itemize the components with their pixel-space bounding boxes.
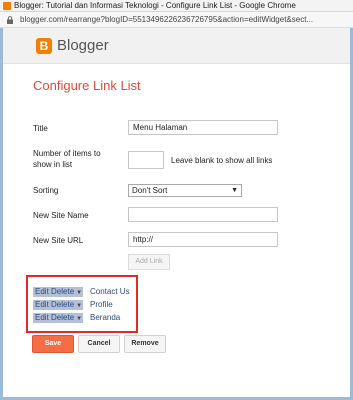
edit-delete-chip[interactable]: Edit Delete ▼ bbox=[33, 287, 83, 297]
items-hint: Leave blank to show all links bbox=[171, 156, 273, 165]
link-name[interactable]: Beranda bbox=[90, 313, 120, 323]
caret-down-icon[interactable]: ▼ bbox=[76, 290, 82, 296]
blogger-logo-icon: B bbox=[36, 38, 52, 54]
chevron-down-icon: ▼ bbox=[231, 187, 238, 194]
page-title: Configure Link List bbox=[33, 78, 141, 93]
title-label: Title bbox=[33, 124, 48, 133]
cancel-button[interactable]: Cancel bbox=[78, 335, 120, 353]
delete-link[interactable]: Delete bbox=[51, 300, 74, 309]
new-site-url-input[interactable]: http:// bbox=[128, 232, 278, 247]
remove-button[interactable]: Remove bbox=[124, 335, 166, 353]
link-list-box: Edit Delete ▼ Contact Us Edit Delete ▼ Pro… bbox=[26, 275, 138, 333]
new-site-name-input[interactable] bbox=[128, 207, 278, 222]
edit-link[interactable]: Edit bbox=[35, 313, 49, 322]
link-name[interactable]: Contact Us bbox=[90, 287, 130, 297]
edit-link[interactable]: Edit bbox=[35, 287, 49, 296]
save-button[interactable]: Save bbox=[32, 335, 74, 353]
lock-icon bbox=[7, 16, 13, 24]
blogger-favicon-icon bbox=[3, 2, 11, 10]
delete-link[interactable]: Delete bbox=[51, 313, 74, 322]
link-name[interactable]: Profile bbox=[90, 300, 113, 310]
sorting-label: Sorting bbox=[33, 186, 59, 195]
brand-name: Blogger bbox=[57, 37, 109, 54]
add-link-button[interactable]: Add Link bbox=[128, 254, 170, 270]
delete-link[interactable]: Delete bbox=[51, 287, 74, 296]
items-count-input[interactable] bbox=[128, 151, 164, 169]
caret-down-icon[interactable]: ▼ bbox=[76, 316, 82, 322]
url-text[interactable]: blogger.com/rearrange?blogID=55134962262… bbox=[20, 12, 313, 27]
window-title-bar: Blogger: Tutorial dan Informasi Teknolog… bbox=[0, 0, 353, 12]
items-label-line1: Number of items to bbox=[33, 149, 101, 158]
edit-link[interactable]: Edit bbox=[35, 300, 49, 309]
new-site-url-label: New Site URL bbox=[33, 236, 84, 245]
address-bar[interactable]: blogger.com/rearrange?blogID=55134962262… bbox=[0, 12, 353, 28]
blogger-header: B Blogger bbox=[3, 28, 350, 64]
items-label-line2: show in list bbox=[33, 160, 73, 169]
edit-delete-chip[interactable]: Edit Delete ▼ bbox=[33, 313, 83, 323]
caret-down-icon[interactable]: ▼ bbox=[76, 303, 82, 309]
window-title: Blogger: Tutorial dan Informasi Teknolog… bbox=[14, 1, 296, 10]
sorting-select[interactable]: Don't Sort ▼ bbox=[128, 184, 242, 197]
edit-delete-chip[interactable]: Edit Delete ▼ bbox=[33, 300, 83, 310]
logo-letter: B bbox=[39, 39, 49, 53]
title-input[interactable]: Menu Halaman bbox=[128, 120, 278, 135]
new-site-name-label: New Site Name bbox=[33, 211, 89, 220]
sorting-selected-value: Don't Sort bbox=[132, 186, 168, 195]
